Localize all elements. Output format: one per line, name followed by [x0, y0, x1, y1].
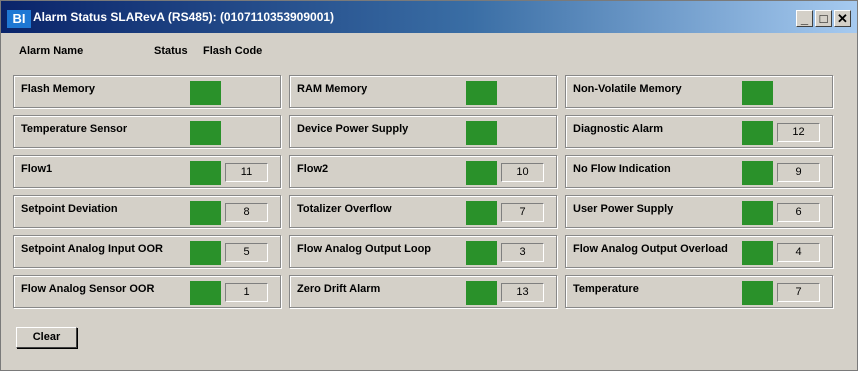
header-alarm-name: Alarm Name [19, 45, 84, 57]
status-indicator [466, 281, 497, 305]
alarm-item: User Power Supply 6 [565, 195, 833, 228]
flash-code-field: 6 [777, 203, 820, 222]
status-indicator [190, 81, 221, 105]
window-title: Alarm Status SLARevA (RS485): (010711035… [33, 10, 335, 24]
status-indicator [190, 201, 221, 225]
alarm-name: RAM Memory [297, 83, 368, 95]
alarm-name: Flow2 [297, 163, 329, 175]
flash-code-field: 8 [225, 203, 268, 222]
alarm-item: Zero Drift Alarm 13 [289, 275, 557, 308]
status-indicator [742, 281, 773, 305]
flash-code-field: 10 [501, 163, 544, 182]
alarm-item: Flow2 10 [289, 155, 557, 188]
alarm-item: Totalizer Overflow 7 [289, 195, 557, 228]
status-indicator [190, 281, 221, 305]
alarm-name: Temperature [573, 283, 639, 295]
alarm-status-window: BI Alarm Status SLARevA (RS485): (010711… [0, 0, 858, 371]
status-indicator [742, 121, 773, 145]
alarm-item: Non-Volatile Memory [565, 75, 833, 108]
alarm-name: Diagnostic Alarm [573, 123, 664, 135]
alarm-name: No Flow Indication [573, 163, 671, 175]
alarm-item: Flow1 11 [13, 155, 281, 188]
alarm-item: Device Power Supply [289, 115, 557, 148]
flash-code-field: 12 [777, 123, 820, 142]
close-button[interactable]: ✕ [834, 10, 851, 27]
alarm-item: Flow Analog Output Loop 3 [289, 235, 557, 268]
alarm-name: Device Power Supply [297, 123, 409, 135]
alarm-name: Flow Analog Output Overload [573, 243, 728, 255]
status-indicator [466, 81, 497, 105]
status-indicator [466, 161, 497, 185]
alarm-name: Non-Volatile Memory [573, 83, 682, 95]
flash-code-field: 7 [501, 203, 544, 222]
status-indicator [466, 201, 497, 225]
status-indicator [190, 241, 221, 265]
status-indicator [466, 121, 497, 145]
status-indicator [742, 201, 773, 225]
flash-code-field: 4 [777, 243, 820, 262]
flash-code-field: 3 [501, 243, 544, 262]
alarm-item: Flow Analog Output Overload 4 [565, 235, 833, 268]
alarm-item: Diagnostic Alarm 12 [565, 115, 833, 148]
maximize-button[interactable]: □ [815, 10, 832, 27]
flash-code-field: 5 [225, 243, 268, 262]
header-status: Status [154, 45, 188, 57]
alarm-item: Temperature Sensor [13, 115, 281, 148]
app-icon: BI [7, 10, 31, 28]
clear-button[interactable]: Clear [16, 327, 77, 348]
alarm-item: Flow Analog Sensor OOR 1 [13, 275, 281, 308]
status-indicator [190, 161, 221, 185]
alarm-item: No Flow Indication 9 [565, 155, 833, 188]
flash-code-field: 13 [501, 283, 544, 302]
flash-code-field: 1 [225, 283, 268, 302]
alarm-item: Flash Memory [13, 75, 281, 108]
alarm-name: Setpoint Analog Input OOR [21, 243, 163, 255]
alarm-item: Setpoint Deviation 8 [13, 195, 281, 228]
alarm-name: Flow Analog Sensor OOR [21, 283, 155, 295]
alarm-name: Setpoint Deviation [21, 203, 118, 215]
alarm-item: RAM Memory [289, 75, 557, 108]
alarm-item: Setpoint Analog Input OOR 5 [13, 235, 281, 268]
alarm-name: Flow1 [21, 163, 53, 175]
status-indicator [742, 241, 773, 265]
alarm-name: User Power Supply [573, 203, 674, 215]
alarm-name: Flash Memory [21, 83, 95, 95]
status-indicator [742, 81, 773, 105]
title-bar[interactable]: BI Alarm Status SLARevA (RS485): (010711… [1, 1, 857, 33]
alarm-name: Totalizer Overflow [297, 203, 392, 215]
minimize-button[interactable]: _ [796, 10, 813, 27]
alarm-item: Temperature 7 [565, 275, 833, 308]
alarm-name: Flow Analog Output Loop [297, 243, 432, 255]
flash-code-field: 11 [225, 163, 268, 182]
status-indicator [190, 121, 221, 145]
status-indicator [466, 241, 497, 265]
alarm-name: Zero Drift Alarm [297, 283, 381, 295]
status-indicator [742, 161, 773, 185]
alarm-name: Temperature Sensor [21, 123, 128, 135]
flash-code-field: 7 [777, 283, 820, 302]
flash-code-field: 9 [777, 163, 820, 182]
header-flash-code: Flash Code [203, 45, 263, 57]
